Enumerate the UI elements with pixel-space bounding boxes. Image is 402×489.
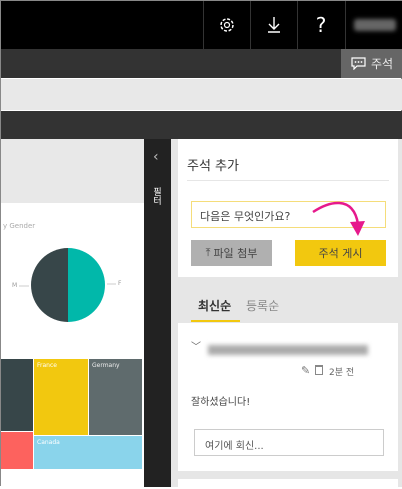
comment-time: 2분 전 — [329, 368, 355, 378]
attach-file-button[interactable]: ⤒ 파일 첨부 — [191, 240, 272, 266]
comments-button[interactable]: 주석 — [341, 49, 402, 78]
pie-label-f: F — [118, 280, 122, 287]
tab-oldest[interactable]: 등록순 — [246, 297, 279, 314]
treemap-tile-red[interactable] — [1, 432, 33, 469]
pie-slice-f — [68, 248, 105, 322]
report-top-area — [1, 139, 144, 203]
edit-icon[interactable]: ✎ — [301, 364, 310, 377]
comment-item: ﹀ ✎ 2분 전 잘하셨습니다! 여기에 회신... — [178, 323, 398, 471]
annotation-arrow-icon — [312, 201, 365, 236]
treemap-tile-dark[interactable] — [1, 359, 33, 431]
help-icon: ? — [315, 13, 327, 37]
chevron-down-icon[interactable]: ﹀ — [191, 338, 201, 353]
page-header-bar — [1, 111, 402, 139]
download-icon — [268, 17, 280, 33]
treemap-tile-germany[interactable]: Germany — [89, 359, 142, 435]
gear-icon — [220, 18, 234, 32]
pie-chart[interactable] — [1, 241, 144, 331]
sort-tabs: 최신순 등록순 — [178, 285, 398, 323]
delete-icon[interactable] — [315, 365, 323, 375]
download-button[interactable] — [250, 1, 297, 49]
chevron-left-icon[interactable]: ‹ — [153, 149, 159, 165]
next-comment-card — [178, 479, 398, 489]
tab-newest[interactable]: 최신순 — [198, 297, 231, 314]
action-bar: 주석 — [1, 49, 402, 78]
comment-icon — [351, 57, 366, 70]
filter-pane-collapsed[interactable]: ‹ 필터 — [144, 139, 171, 487]
reply-input[interactable]: 여기에 회신... — [194, 429, 384, 456]
author-name-blurred — [208, 345, 368, 355]
treemap-tile-france[interactable]: France — [34, 359, 88, 435]
settings-button[interactable] — [203, 1, 250, 49]
panel-title: 주석 추가 — [187, 159, 239, 174]
comments-label: 주석 — [370, 57, 394, 71]
comments-panel: 주석 추가 다음은 무엇인가요? ⤒ 파일 첨부 주석 게시 최신순 등록순 ﹀ … — [171, 139, 402, 489]
upload-icon: ⤒ — [205, 246, 211, 259]
divider — [187, 180, 389, 181]
pie-slice-m — [31, 248, 68, 322]
treemap-tile-canada[interactable]: Canada — [34, 436, 142, 469]
pie-title: y Gender — [3, 222, 36, 230]
pie-label-m: M — [12, 282, 18, 289]
help-button[interactable]: ? — [297, 1, 344, 49]
add-comment-card: 주석 추가 다음은 무엇인가요? ⤒ 파일 첨부 주석 게시 — [178, 139, 398, 277]
comment-text: 잘하셨습니다! — [191, 397, 251, 408]
tab-underline — [191, 320, 240, 322]
top-bar: ? — [1, 1, 402, 49]
filter-label: 필터 — [151, 187, 161, 205]
user-name-blurred — [354, 19, 396, 31]
sub-toolbar — [1, 79, 402, 110]
user-menu[interactable] — [345, 1, 402, 49]
